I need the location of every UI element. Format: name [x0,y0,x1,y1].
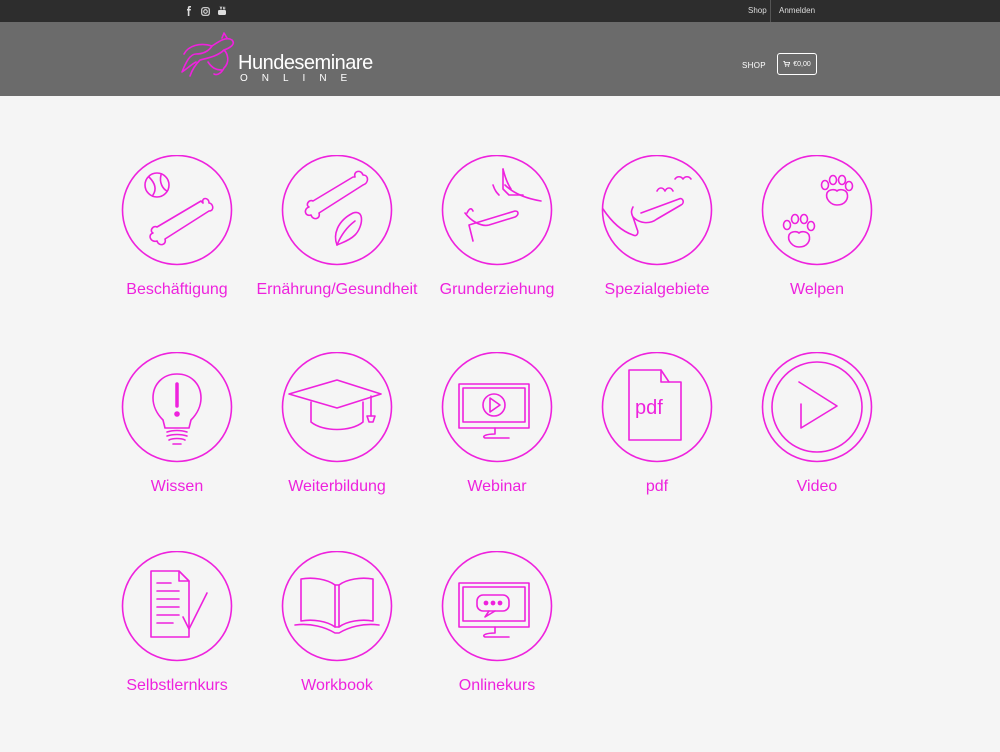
category-onlinekurs[interactable]: Onlinekurs [412,551,582,711]
instagram-icon[interactable] [198,4,212,18]
category-label: Onlinekurs [458,677,536,694]
hand-dog-icon [441,155,553,266]
pdf-file-icon: pdf [601,352,713,463]
category-label: Spezialgebiete [604,281,710,298]
category-pdf[interactable]: pdf pdf [572,352,742,512]
facebook-icon[interactable] [182,4,196,18]
cart-icon [783,61,791,67]
category-weiterbildung[interactable]: Weiterbildung [252,352,422,512]
monitor-play-icon [441,352,553,463]
category-label: Grunderziehung [439,281,555,298]
play-icon [761,352,873,463]
cart-amount: €0,00 [793,60,811,68]
svg-text:pdf: pdf [635,397,663,419]
category-grunderziehung[interactable]: Grunderziehung [412,155,582,315]
bone-ball-icon [121,155,233,266]
monitor-chat-icon [441,551,553,662]
category-label: pdf [645,478,669,495]
logo-subtitle: ONLINE [240,73,362,84]
category-label: Workbook [301,677,373,694]
category-label: Welpen [790,281,844,298]
open-book-icon [281,551,393,662]
category-label: Ernährung/Gesundheit [256,281,418,298]
category-label: Weiterbildung [288,478,386,495]
top-bar: Shop Anmelden [0,0,1000,22]
category-spezialgebiete[interactable]: Spezialgebiete [572,155,742,315]
category-selbstlernkurs[interactable]: Selbstlernkurs [92,551,262,711]
lightbulb-icon [121,352,233,463]
paws-icon [761,155,873,266]
login-link[interactable]: Anmelden [779,0,815,22]
category-welpen[interactable]: Welpen [732,155,902,315]
category-label: Beschäftigung [126,281,228,298]
top-divider [770,0,771,22]
category-beschaeftigung[interactable]: Beschäftigung [92,155,262,315]
site-header [0,22,1000,96]
cart-button[interactable]: €0,00 [777,53,817,75]
document-check-icon [121,551,233,662]
category-label: Wissen [150,478,204,495]
top-shop-link[interactable]: Shop [748,0,767,22]
category-ernaehrung[interactable]: Ernährung/Gesundheit [252,155,422,315]
logo-title[interactable]: Hundeseminare [238,52,373,75]
youtube-icon[interactable] [215,4,229,18]
category-label: Video [796,478,838,495]
category-wissen[interactable]: Wissen [92,352,262,512]
category-video[interactable]: Video [732,352,902,512]
category-label: Selbstlernkurs [126,677,228,694]
graduation-cap-icon [281,352,393,463]
category-webinar[interactable]: Webinar [412,352,582,512]
category-workbook[interactable]: Workbook [252,551,422,711]
nav-shop-link[interactable]: SHOP [742,61,766,70]
bone-leaf-icon [281,155,393,266]
dog-logo-icon[interactable] [178,32,240,87]
dog-birds-icon [601,155,713,266]
category-label: Webinar [467,478,527,495]
